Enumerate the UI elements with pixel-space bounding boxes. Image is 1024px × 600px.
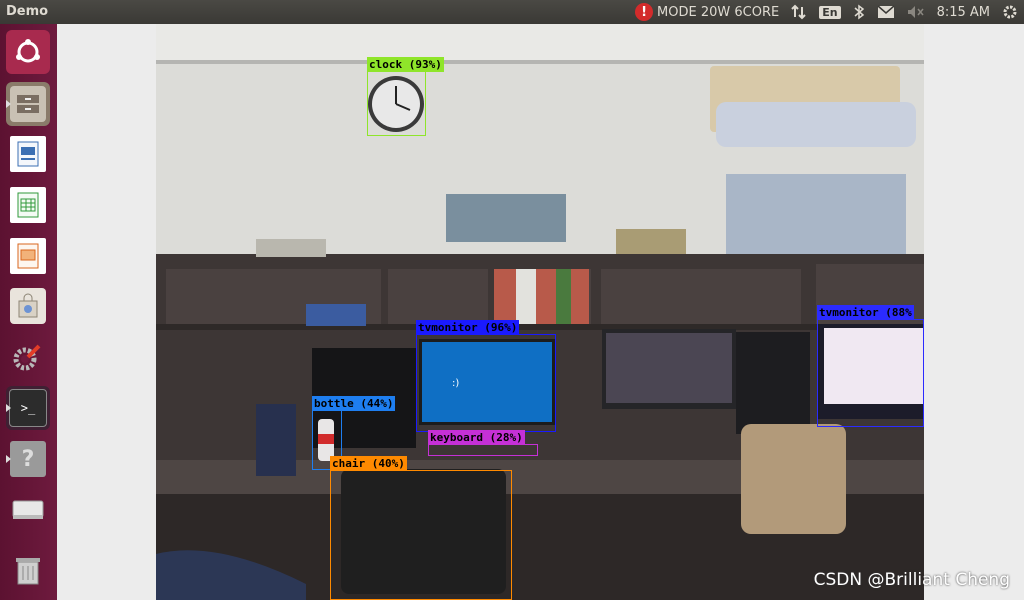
- spreadsheet-icon: [10, 187, 46, 223]
- running-pip: [6, 100, 11, 108]
- launcher-calc[interactable]: [6, 183, 50, 227]
- running-pip: [6, 404, 11, 412]
- launcher-help[interactable]: ?: [6, 437, 50, 481]
- detection-chair: chair (40%): [330, 456, 512, 600]
- launcher-impress[interactable]: [6, 234, 50, 278]
- camera-view: :) clock (93%) tvmonitor (96%) tvmonitor…: [156, 24, 924, 600]
- detection-label: clock (93%): [367, 57, 444, 72]
- launcher-terminal[interactable]: >_: [6, 386, 50, 430]
- launcher-system-settings[interactable]: [6, 335, 50, 379]
- shopping-bag-icon: [10, 288, 46, 324]
- launcher-software-center[interactable]: [6, 284, 50, 328]
- power-mode-indicator[interactable]: ! MODE 20W 6CORE: [635, 3, 779, 21]
- network-indicator[interactable]: [791, 4, 807, 20]
- running-pip: [6, 455, 11, 463]
- detection-label: tvmonitor (96%): [416, 320, 520, 335]
- wrench-gear-icon: [10, 339, 46, 375]
- launcher-drive[interactable]: [6, 488, 50, 532]
- detection-tvmonitor-2: tvmonitor (88%: [817, 305, 924, 427]
- terminal-icon: >_: [9, 389, 47, 427]
- launcher-files[interactable]: [6, 82, 50, 126]
- detection-label: tvmonitor (88%: [817, 305, 914, 320]
- detection-keyboard: keyboard (28%): [428, 430, 538, 456]
- bluetooth-icon: [854, 4, 864, 20]
- office-scene-image: :): [156, 24, 924, 600]
- sound-indicator[interactable]: [907, 5, 925, 19]
- window-title: Demo: [6, 4, 49, 19]
- question-icon: ?: [10, 441, 46, 477]
- file-cabinet-icon: [10, 86, 46, 122]
- launcher-dash-home[interactable]: [6, 30, 50, 74]
- messaging-indicator[interactable]: [877, 5, 895, 19]
- settings-gear-icon: [1003, 5, 1017, 19]
- clock-indicator[interactable]: 8:15 AM: [937, 5, 990, 20]
- mail-icon: [877, 5, 895, 18]
- language-label: En: [819, 5, 841, 19]
- detection-tvmonitor: tvmonitor (96%): [416, 320, 556, 432]
- clock-label: 8:15 AM: [936, 4, 990, 20]
- presentation-icon: [10, 238, 46, 274]
- top-panel: Demo ! MODE 20W 6CORE En 8:15 AM: [0, 0, 1024, 24]
- launcher-trash[interactable]: [6, 548, 50, 592]
- detection-label: bottle (44%): [312, 396, 396, 411]
- indicator-area: ! MODE 20W 6CORE En 8:15 AM: [635, 0, 1024, 24]
- keyboard-layout-indicator[interactable]: En: [819, 5, 841, 19]
- detection-label: chair (40%): [330, 456, 407, 471]
- watermark: CSDN @Brilliant Cheng: [813, 570, 1010, 590]
- launcher: >_ ?: [0, 24, 57, 600]
- power-mode-label: MODE 20W 6CORE: [657, 4, 780, 20]
- detection-clock: clock (93%): [367, 57, 444, 136]
- document-icon: [10, 136, 46, 172]
- volume-muted-icon: [907, 6, 924, 18]
- launcher-writer[interactable]: [6, 132, 50, 176]
- network-updown-icon: [791, 4, 806, 20]
- disk-drive-icon: [10, 492, 46, 528]
- session-indicator[interactable]: [1002, 4, 1018, 20]
- trash-icon: [10, 552, 46, 588]
- bluetooth-indicator[interactable]: [853, 4, 865, 20]
- ubuntu-logo-icon: [10, 34, 46, 70]
- warning-icon: !: [635, 3, 654, 21]
- detection-label: keyboard (28%): [428, 430, 525, 445]
